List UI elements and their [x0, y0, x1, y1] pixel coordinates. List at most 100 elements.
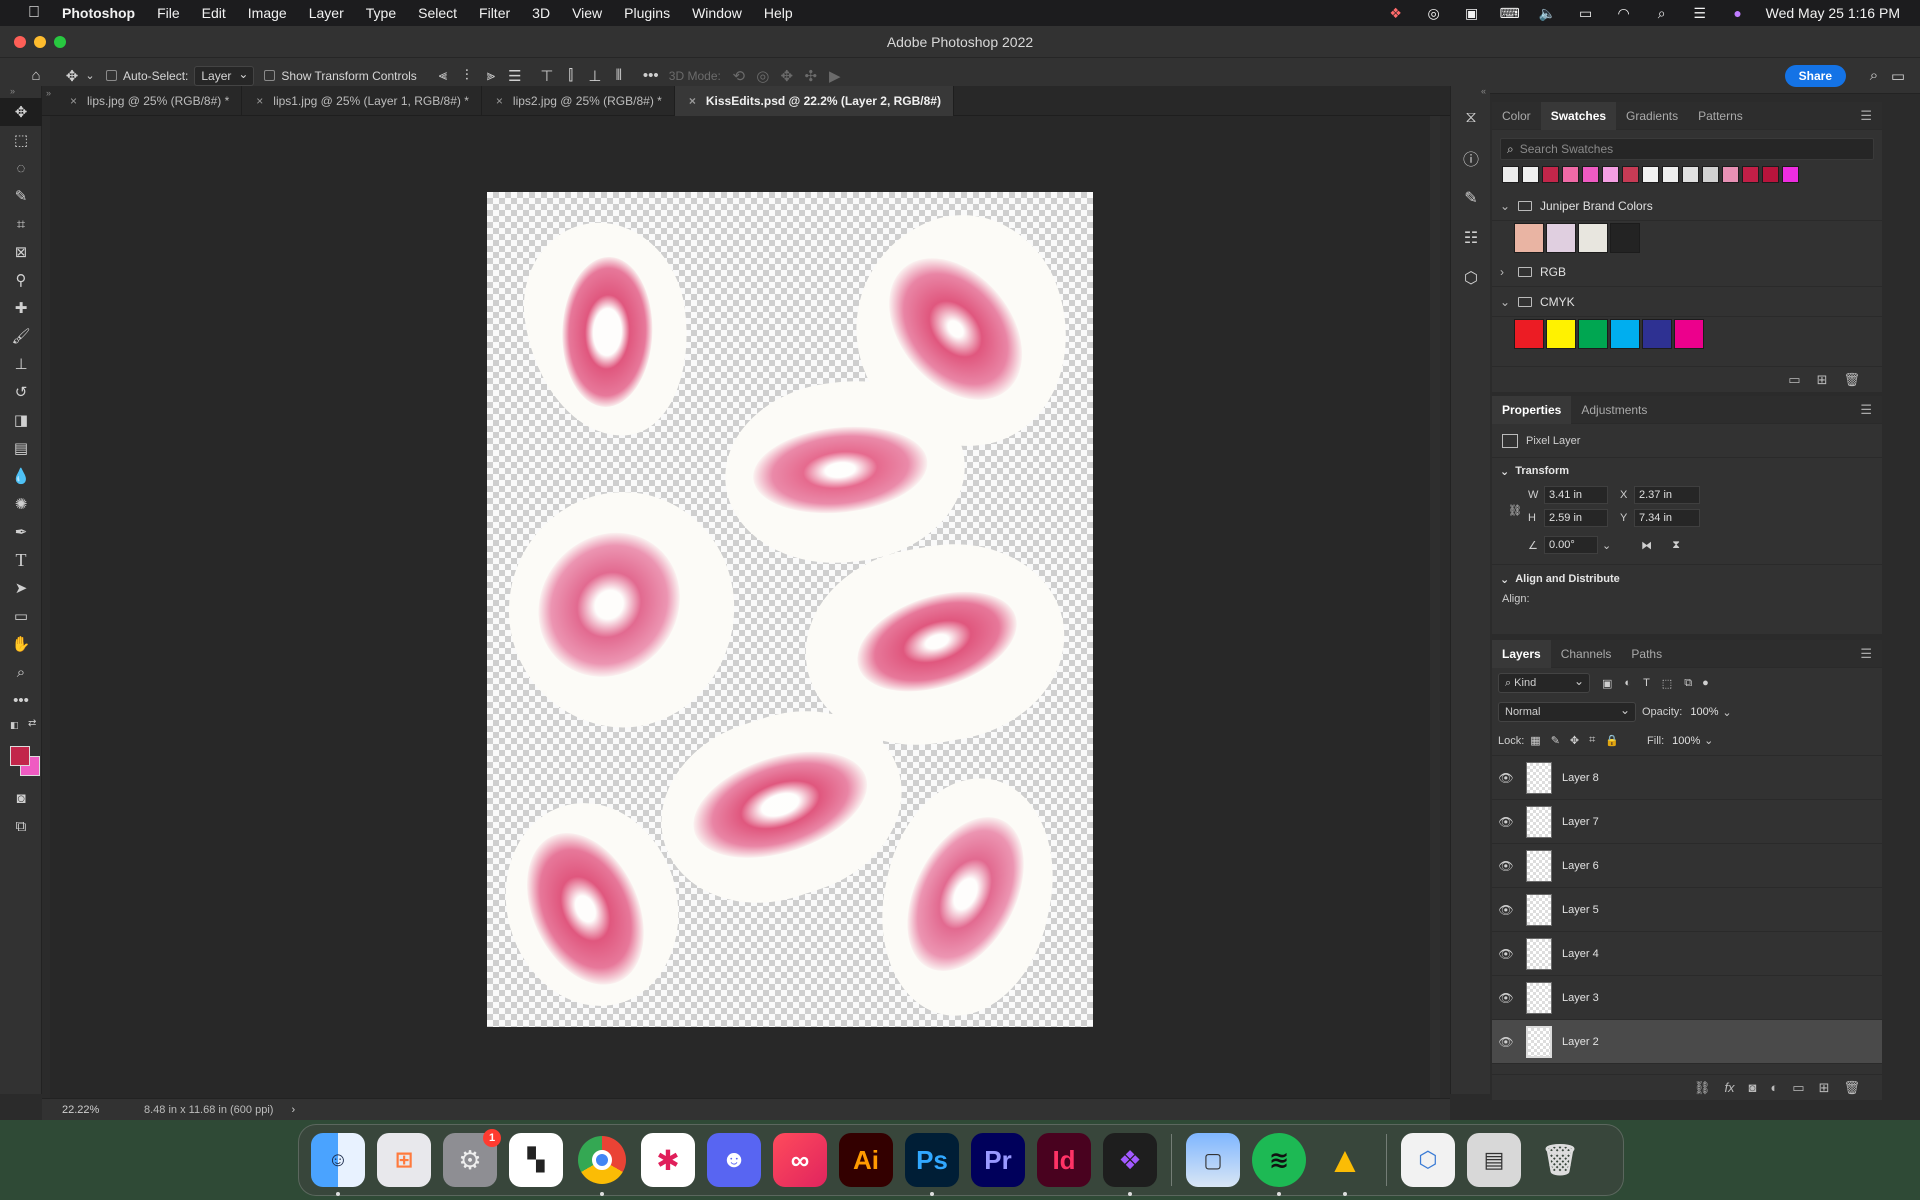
spotlight-search-icon[interactable]: ⌕ — [1652, 5, 1672, 21]
creative-cloud-app-icon[interactable]: ∞ — [773, 1133, 827, 1187]
layer-row[interactable]: 👁 Layer 8 — [1492, 756, 1882, 800]
filter-toggle-icon[interactable]: ● — [1702, 677, 1709, 689]
show-transform-checkbox[interactable] — [264, 70, 276, 81]
tab-swatches[interactable]: Swatches — [1540, 101, 1617, 130]
document-size[interactable]: 8.48 in x 11.68 in (600 ppi) — [144, 1104, 273, 1116]
blend-mode-dropdown[interactable]: Normal — [1498, 702, 1636, 722]
align-left-icon[interactable]: ⫷ — [431, 64, 455, 88]
close-tab-icon[interactable]: × — [256, 94, 263, 108]
chevron-right-icon[interactable]: › — [1500, 265, 1514, 279]
apple-icon[interactable]:  — [24, 4, 44, 22]
3d-orbit-icon[interactable]: ⟲ — [727, 64, 751, 88]
tab-patterns[interactable]: Patterns — [1688, 102, 1753, 130]
spotify-icon[interactable]: ≋ — [1252, 1133, 1306, 1196]
visibility-eye-icon[interactable]: 👁 — [1492, 1035, 1520, 1049]
launchpad-icon[interactable]: ⊞ — [377, 1133, 431, 1187]
new-swatch-icon[interactable]: ⊞ — [1817, 372, 1828, 388]
recent-documents-icon[interactable]: ▤ — [1467, 1133, 1521, 1187]
crop-tool-icon[interactable]: ⌗ — [0, 210, 42, 238]
search-icon[interactable]: ⌕ — [1862, 64, 1886, 88]
frame-tool-icon[interactable]: ⊠ — [0, 238, 42, 266]
panel-menu-icon[interactable]: ☰ — [1860, 402, 1872, 418]
menu-view[interactable]: View — [572, 5, 602, 21]
lock-image-icon[interactable]: ✎ — [1551, 734, 1560, 747]
swatch[interactable] — [1702, 166, 1719, 183]
chevron-down-icon[interactable]: ⌄ — [1602, 539, 1611, 552]
rectangle-tool-icon[interactable]: ▭ — [0, 602, 42, 630]
swatch-group-juniper[interactable]: ⌄ Juniper Brand Colors — [1492, 191, 1882, 221]
link-dimensions-icon[interactable]: ⛓ — [1508, 504, 1522, 517]
canvas-vertical-scrollbar[interactable] — [1430, 116, 1440, 1098]
tab-gradients[interactable]: Gradients — [1616, 102, 1688, 130]
menubar-clock[interactable]: Wed May 25 1:16 PM — [1766, 5, 1900, 21]
history-panel-icon[interactable]: ⧖ — [1451, 98, 1491, 138]
swatch[interactable] — [1610, 319, 1640, 349]
keyboard-icon[interactable]: ⌨ — [1500, 5, 1520, 21]
lock-transparent-icon[interactable]: ▦ — [1530, 734, 1540, 747]
lock-all-icon[interactable]: 🔒 — [1605, 734, 1619, 747]
swatch[interactable] — [1546, 223, 1576, 253]
clone-stamp-tool-icon[interactable]: ⊥ — [0, 350, 42, 378]
slack-icon[interactable]: ✱ — [641, 1133, 695, 1187]
swatch-group-rgb[interactable]: › RGB — [1492, 257, 1882, 287]
quick-select-tool-icon[interactable]: ✎ — [0, 182, 42, 210]
menu-layer[interactable]: Layer — [309, 5, 344, 21]
filter-pixel-icon[interactable]: ▣ — [1602, 677, 1612, 690]
menu-edit[interactable]: Edit — [202, 5, 226, 21]
healing-brush-tool-icon[interactable]: ✚ — [0, 294, 42, 322]
finder-icon[interactable]: ☺ — [311, 1133, 365, 1196]
filter-type-icon[interactable]: T — [1643, 677, 1650, 689]
transform-section[interactable]: Transform — [1515, 465, 1569, 477]
3d-pan-icon[interactable]: ✥ — [775, 64, 799, 88]
swatch[interactable] — [1514, 319, 1544, 349]
filter-shape-icon[interactable]: ⬚ — [1662, 677, 1672, 690]
swatch[interactable] — [1578, 223, 1608, 253]
foreground-color-swatch[interactable] — [10, 746, 30, 766]
layer-name[interactable]: Layer 8 — [1562, 772, 1599, 784]
tab-kissedits[interactable]: × KissEdits.psd @ 22.2% (Layer 2, RGB/8#) — [674, 86, 954, 116]
flip-horizontal-icon[interactable]: ⧓ — [1641, 539, 1652, 552]
visibility-eye-icon[interactable]: 👁 — [1492, 815, 1520, 829]
move-tool-preset-icon[interactable]: ✥ — [60, 64, 84, 88]
angle-field[interactable]: 0.00° — [1544, 536, 1598, 554]
close-tab-icon[interactable]: × — [689, 94, 696, 108]
distribute-vertical-icon[interactable]: ⦀ — [607, 64, 631, 88]
adjustments-panel-icon[interactable]: ☷ — [1451, 218, 1491, 258]
layer-row[interactable]: 👁 Layer 6 — [1492, 844, 1882, 888]
path-selection-tool-icon[interactable]: ➤ — [0, 574, 42, 602]
volume-icon[interactable]: 🔈 — [1538, 5, 1558, 21]
collapse-panel-icon[interactable]: » — [0, 86, 41, 98]
layer-name[interactable]: Layer 4 — [1562, 948, 1599, 960]
layer-row[interactable]: 👁 Layer 5 — [1492, 888, 1882, 932]
menu-filter[interactable]: Filter — [479, 5, 510, 21]
visibility-eye-icon[interactable]: 👁 — [1492, 991, 1520, 1005]
screen-mode-icon[interactable]: ⧉ — [0, 812, 42, 840]
tab-adjustments[interactable]: Adjustments — [1571, 396, 1657, 424]
swatch[interactable] — [1562, 166, 1579, 183]
move-tool-icon[interactable]: ✥ — [0, 98, 42, 126]
auto-select-dropdown[interactable]: Layer — [194, 65, 255, 86]
3d-panel-icon[interactable]: ⬡ — [1451, 258, 1491, 298]
menu-window[interactable]: Window — [692, 5, 742, 21]
delete-layer-icon[interactable]: 🗑 — [1843, 1080, 1860, 1096]
3d-slide-icon[interactable]: ✣ — [799, 64, 823, 88]
lip-sticker-4[interactable] — [490, 474, 753, 745]
3d-camera-icon[interactable]: ▶ — [823, 64, 847, 88]
layer-row[interactable]: 👁 Layer 7 — [1492, 800, 1882, 844]
default-colors-icon[interactable]: ◧ — [10, 720, 19, 731]
app-menu[interactable]: Photoshop — [62, 5, 135, 21]
layer-name[interactable]: Layer 7 — [1562, 816, 1599, 828]
discord-icon[interactable]: ☻ — [707, 1133, 761, 1187]
menu-file[interactable]: File — [157, 5, 180, 21]
brush-settings-icon[interactable]: ✎ — [1451, 178, 1491, 218]
lip-sticker-1[interactable] — [512, 211, 702, 448]
fill-field[interactable]: 100% — [1668, 732, 1704, 750]
swap-colors-icon[interactable]: ⇄ — [28, 718, 36, 729]
zoom-tool-icon[interactable]: ⌕ — [0, 658, 42, 686]
auto-select-checkbox[interactable] — [106, 70, 117, 81]
swatch[interactable] — [1502, 166, 1519, 183]
new-group-icon[interactable]: ▭ — [1788, 372, 1800, 388]
filter-kind-dropdown[interactable]: ⌕ Kind — [1498, 673, 1590, 693]
swatch[interactable] — [1522, 166, 1539, 183]
swatch[interactable] — [1582, 166, 1599, 183]
